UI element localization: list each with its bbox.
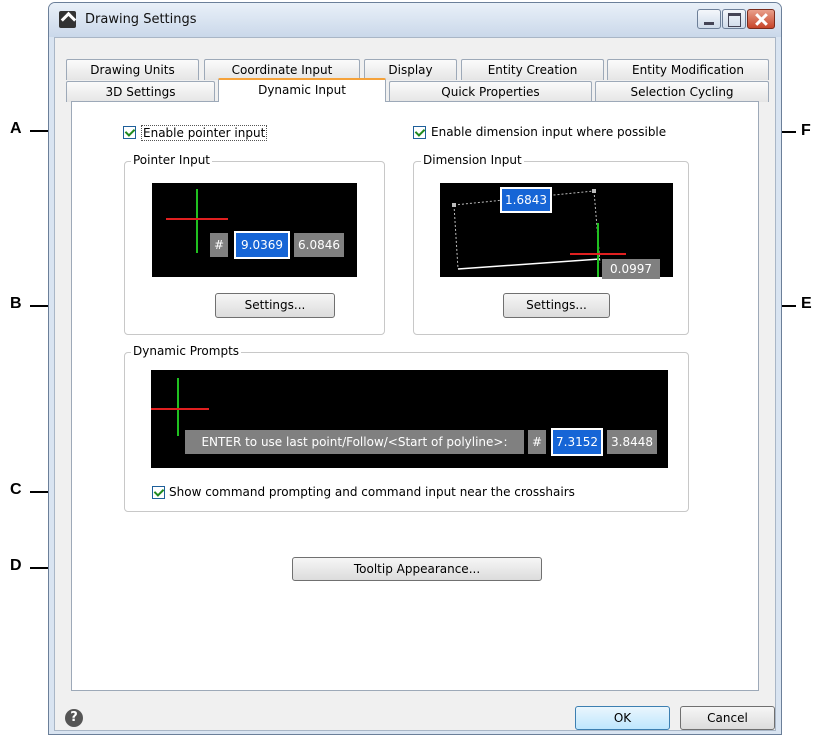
dimension-input-group-title: Dimension Input: [421, 153, 524, 167]
prompt-text-box: ENTER to use last point/Follow/<Start of…: [185, 430, 524, 454]
tab-entity-creation[interactable]: Entity Creation: [461, 59, 604, 80]
close-button[interactable]: [747, 9, 775, 29]
tab-quick-properties[interactable]: Quick Properties: [389, 81, 592, 102]
maximize-button[interactable]: [722, 9, 746, 29]
dimension-length-value: 1.6843: [500, 187, 552, 213]
cancel-button[interactable]: Cancel: [680, 706, 775, 730]
show-command-prompting-checkbox[interactable]: [152, 486, 165, 499]
title-bar[interactable]: Drawing Settings: [49, 3, 781, 37]
dimension-input-preview: 1.6843 0.0997: [440, 183, 673, 279]
minimize-button[interactable]: [697, 9, 721, 29]
dimension-settings-button[interactable]: Settings...: [503, 293, 610, 318]
callout-c: C: [10, 481, 22, 498]
enable-dimension-input-label[interactable]: Enable dimension input where possible: [431, 125, 666, 139]
tab-coordinate-input[interactable]: Coordinate Input: [204, 59, 360, 80]
crosshair-horizontal: [570, 253, 626, 255]
crosshair-vertical: [196, 189, 198, 253]
enable-pointer-input-checkbox[interactable]: [123, 126, 136, 139]
enable-dimension-input-checkbox[interactable]: [413, 126, 426, 139]
callout-a: A: [10, 120, 22, 137]
pointer-input-preview: # 9.0369 6.0846: [152, 183, 357, 277]
ok-button[interactable]: OK: [575, 706, 670, 730]
tab-drawing-units[interactable]: Drawing Units: [66, 59, 199, 80]
tab-dynamic-input[interactable]: Dynamic Input: [218, 78, 386, 102]
prompt-x-value: 7.3152: [551, 428, 603, 456]
dynamic-prompts-group-title: Dynamic Prompts: [131, 344, 242, 358]
crosshair-vertical: [597, 223, 599, 277]
pointer-hash-box: #: [210, 233, 228, 257]
tooltip-appearance-button[interactable]: Tooltip Appearance...: [292, 557, 542, 581]
crosshair-vertical: [177, 378, 179, 436]
callout-b: B: [10, 295, 22, 312]
tab-display[interactable]: Display: [364, 59, 457, 80]
callout-f: F: [801, 122, 811, 139]
callout-d: D: [10, 557, 22, 574]
tab-entity-modification[interactable]: Entity Modification: [607, 59, 769, 80]
help-icon[interactable]: ?: [65, 709, 83, 727]
crosshair-horizontal: [166, 218, 228, 220]
pointer-x-value: 9.0369: [234, 231, 290, 259]
tab-3d-settings[interactable]: 3D Settings: [66, 81, 215, 102]
show-command-prompting-label[interactable]: Show command prompting and command input…: [169, 485, 575, 499]
enable-pointer-input-label[interactable]: Enable pointer input: [141, 125, 268, 141]
pointer-settings-button[interactable]: Settings...: [215, 293, 335, 318]
prompt-hash-box: #: [528, 430, 546, 454]
drawing-settings-dialog: Drawing Settings Drawing Units Coordinat…: [48, 2, 782, 735]
dynamic-prompts-preview: ENTER to use last point/Follow/<Start of…: [151, 370, 668, 468]
pointer-y-value: 6.0846: [294, 233, 344, 257]
prompt-y-value: 3.8448: [607, 430, 657, 454]
app-icon: [59, 11, 76, 28]
window-title: Drawing Settings: [85, 12, 197, 27]
dialog-client-area: Drawing Units Coordinate Input Display E…: [54, 37, 776, 731]
crosshair-horizontal: [151, 408, 209, 410]
dimension-angle-value: 0.0997: [602, 259, 660, 279]
callout-e: E: [801, 295, 812, 312]
tab-selection-cycling[interactable]: Selection Cycling: [595, 81, 769, 102]
pointer-input-group-title: Pointer Input: [131, 153, 212, 167]
